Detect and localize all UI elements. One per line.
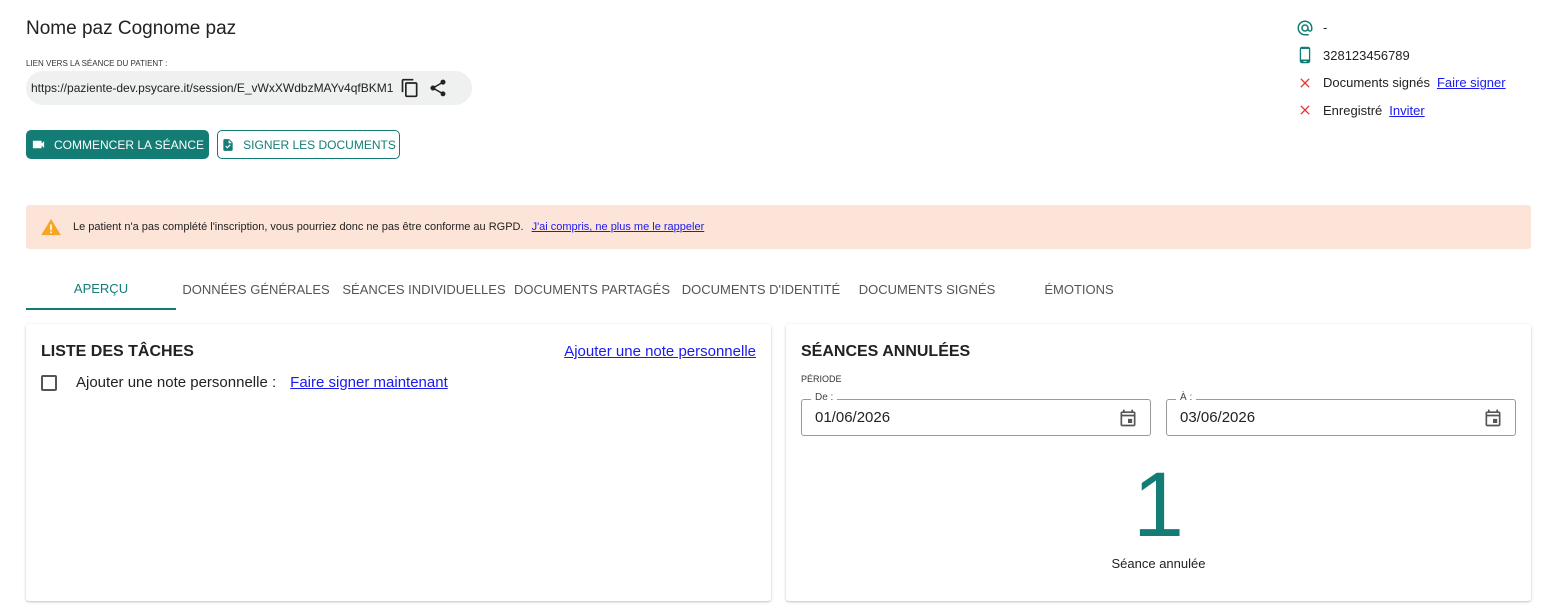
close-icon bbox=[1296, 101, 1314, 119]
phone-value: 328123456789 bbox=[1323, 47, 1410, 63]
video-camera-icon bbox=[32, 140, 45, 149]
tab-signed-documents[interactable]: DOCUMENTS SIGNÉS bbox=[850, 268, 1004, 310]
task-label: Ajouter une note personnelle : bbox=[76, 374, 277, 391]
document-sign-icon bbox=[223, 138, 233, 151]
registered-label: Enregistré bbox=[1323, 102, 1383, 118]
documents-signed-label: Documents signés bbox=[1323, 75, 1430, 91]
tab-identity-documents[interactable]: DOCUMENTS D'IDENTITÉ bbox=[672, 268, 850, 310]
tab-bar: APERÇU DONNÉES GÉNÉRALES SÉANCES INDIVID… bbox=[26, 268, 1176, 310]
date-to-legend: À : bbox=[1176, 392, 1197, 403]
date-from-value: 01/06/2026 bbox=[815, 409, 891, 426]
date-from-field[interactable]: De : 01/06/2026 bbox=[801, 392, 1151, 436]
dismiss-alert-link[interactable]: J'ai compris, ne plus me le rappeler bbox=[532, 221, 705, 233]
task-checkbox[interactable] bbox=[41, 374, 57, 391]
date-to-field[interactable]: À : 03/06/2026 bbox=[1166, 392, 1516, 436]
calendar-icon[interactable] bbox=[1483, 408, 1503, 428]
sign-now-link[interactable]: Faire signer maintenant bbox=[290, 374, 448, 391]
tab-general-data[interactable]: DONNÉES GÉNÉRALES bbox=[176, 268, 336, 310]
phone-row: 328123456789 bbox=[1296, 42, 1536, 70]
add-note-link[interactable]: Ajouter une note personnelle bbox=[564, 343, 756, 360]
sign-documents-label: SIGNER LES DOCUMENTS bbox=[243, 137, 396, 152]
tab-overview[interactable]: APERÇU bbox=[26, 268, 176, 310]
tab-shared-documents[interactable]: DOCUMENTS PARTAGÉS bbox=[512, 268, 672, 310]
date-from-legend: De : bbox=[811, 392, 838, 403]
cancelled-sessions-card: SÉANCES ANNULÉES PÉRIODE De : 01/06/2026… bbox=[786, 324, 1531, 601]
registered-row: Enregistré Inviter bbox=[1296, 97, 1536, 125]
session-link-label: LIEN VERS LA SÉANCE DU PATIENT : bbox=[26, 59, 168, 68]
close-icon bbox=[1296, 74, 1314, 92]
phone-icon bbox=[1296, 46, 1314, 64]
calendar-icon[interactable] bbox=[1118, 408, 1138, 428]
warning-icon bbox=[41, 218, 61, 236]
cancelled-title: SÉANCES ANNULÉES bbox=[801, 343, 971, 360]
email-value: - bbox=[1323, 20, 1328, 36]
session-link-box: https://paziente-dev.psycare.it/session/… bbox=[26, 71, 472, 105]
tasks-title: LISTE DES TÂCHES bbox=[41, 343, 194, 360]
task-item: Ajouter une note personnelle : Faire sig… bbox=[41, 374, 448, 391]
gdpr-alert: Le patient n'a pas complété l'inscriptio… bbox=[26, 205, 1531, 249]
faire-signer-link[interactable]: Faire signer bbox=[1437, 75, 1506, 90]
cancelled-count: 1 bbox=[1132, 454, 1185, 556]
email-row: - bbox=[1296, 14, 1536, 42]
invite-link[interactable]: Inviter bbox=[1389, 103, 1424, 118]
date-to-value: 03/06/2026 bbox=[1180, 409, 1256, 426]
contact-info: - 328123456789 Documents signés Faire si… bbox=[1296, 14, 1536, 124]
at-sign-icon bbox=[1296, 19, 1314, 37]
share-icon[interactable] bbox=[427, 77, 449, 99]
documents-signed-row: Documents signés Faire signer bbox=[1296, 69, 1536, 97]
cancelled-count-label: Séance annulée bbox=[1111, 556, 1206, 571]
tab-individual-sessions[interactable]: SÉANCES INDIVIDUELLES bbox=[336, 268, 512, 310]
sign-documents-button[interactable]: SIGNER LES DOCUMENTS bbox=[217, 130, 400, 159]
period-label: PÉRIODE bbox=[801, 374, 842, 384]
copy-icon[interactable] bbox=[399, 77, 421, 99]
session-link-url[interactable]: https://paziente-dev.psycare.it/session/… bbox=[31, 81, 393, 95]
start-session-label: COMMENCER LA SÉANCE bbox=[53, 137, 205, 152]
tasks-card: LISTE DES TÂCHES Ajouter une note person… bbox=[26, 324, 771, 601]
tab-emotions[interactable]: ÉMOTIONS bbox=[1004, 268, 1154, 310]
start-session-button[interactable]: COMMENCER LA SÉANCE bbox=[26, 130, 209, 159]
alert-message: Le patient n'a pas complété l'inscriptio… bbox=[73, 221, 524, 233]
patient-name: Nome paz Cognome paz bbox=[26, 18, 237, 39]
